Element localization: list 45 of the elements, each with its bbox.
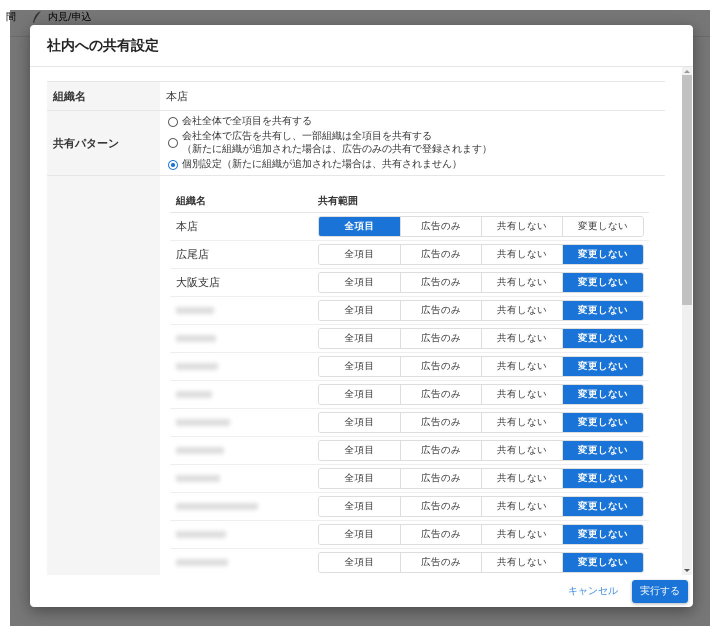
- blurred-text: [176, 391, 212, 398]
- table-cell: 大阪支店: [176, 276, 220, 289]
- blurred-text: [176, 419, 230, 426]
- segment-button[interactable]: 変更しない: [562, 497, 643, 516]
- segment-button[interactable]: 変更しない: [562, 329, 643, 348]
- scroll-down-icon[interactable]: [682, 567, 692, 575]
- blurred-text: [176, 447, 224, 454]
- column-header: 組織名: [174, 194, 207, 208]
- field-label: 組織名: [53, 88, 86, 104]
- blurred-text: [176, 363, 218, 370]
- segment-button[interactable]: 全項目: [319, 217, 400, 236]
- blurred-text: [176, 559, 228, 566]
- radio-button[interactable]: [168, 138, 178, 148]
- segment-button[interactable]: 変更しない: [562, 441, 643, 460]
- segment-button[interactable]: 変更しない: [562, 413, 643, 432]
- segment-button[interactable]: 変更しない: [562, 553, 643, 572]
- segment-button[interactable]: 変更しない: [562, 217, 643, 236]
- segment-button[interactable]: 変更しない: [562, 357, 643, 376]
- table-cell: 広尾店: [176, 248, 209, 261]
- column-header: 共有範囲: [318, 194, 358, 208]
- segment-button[interactable]: 変更しない: [562, 469, 643, 488]
- menu-item[interactable]: 内見/申込: [48, 10, 92, 24]
- segment-button[interactable]: 変更しない: [562, 525, 643, 544]
- option-text: 会社全体で広告を共有し、一部組織は全項目を共有する: [182, 130, 433, 143]
- segment-button[interactable]: 変更しない: [562, 273, 643, 292]
- segment-button[interactable]: 変更しない: [562, 385, 643, 404]
- option-text: 会社全体で全項目を共有する: [182, 115, 312, 128]
- table-cell: 本店: [176, 220, 198, 233]
- segment-button[interactable]: 変更しない: [562, 245, 643, 264]
- quill-icon: [32, 11, 42, 23]
- blurred-text: [176, 531, 226, 538]
- radio-button[interactable]: [168, 116, 178, 126]
- field-value: 本店: [166, 88, 188, 104]
- segment-button[interactable]: 変更しない: [562, 301, 643, 320]
- option-text: 個別設定（新たに組織が追加された場合は、共有されません）: [182, 158, 462, 171]
- field-label: 共有パターン: [53, 136, 119, 150]
- blurred-text: [176, 335, 216, 342]
- blurred-text: [176, 307, 214, 314]
- execute-button[interactable]: 実行する: [632, 580, 688, 602]
- scrollbar[interactable]: [682, 67, 692, 575]
- radio-button[interactable]: [168, 160, 178, 170]
- dialog-title: 社内への共有設定: [30, 25, 693, 67]
- blurred-text: [176, 475, 220, 482]
- cancel-button[interactable]: キャンセル: [564, 580, 622, 602]
- option-note: （新たに組織が追加された場合は、広告のみの共有で登録されます）: [182, 143, 492, 156]
